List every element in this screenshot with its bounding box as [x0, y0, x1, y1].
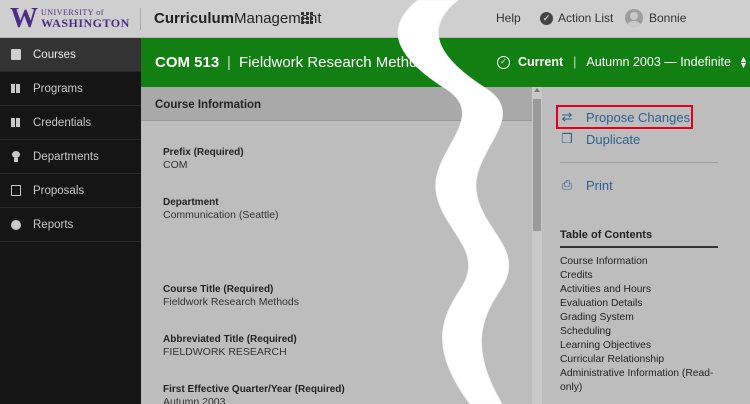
- term-selector[interactable]: ✓ Current | Autumn 2003 — Indefinite ▲ ▼: [497, 54, 748, 70]
- courses-icon: [11, 49, 21, 60]
- uw-logo[interactable]: W UNIVERSITY of WASHINGTON: [0, 0, 140, 38]
- copy-icon: ❐: [561, 131, 573, 146]
- sidebar-item-label: Credentials: [33, 116, 92, 129]
- sidebar: Courses Programs Credentials Departments…: [0, 38, 141, 404]
- toc-item-scheduling[interactable]: Scheduling: [560, 325, 725, 339]
- toc-item-learning-objectives[interactable]: Learning Objectives: [560, 339, 725, 353]
- print-label: Print: [586, 177, 613, 193]
- sidebar-item-label: Departments: [33, 150, 99, 163]
- sidebar-item-credentials[interactable]: Credentials: [0, 106, 141, 140]
- check-circle-icon: ✓: [540, 11, 553, 25]
- field-label-department: Department: [163, 197, 219, 208]
- field-value-prefix: COM: [163, 159, 188, 171]
- proposals-icon: [11, 185, 21, 196]
- sidebar-item-reports[interactable]: Reports: [0, 208, 141, 242]
- actions-panel: ⇄ Propose Changes ❐ Duplicate ⎙ Print Ta…: [542, 87, 750, 404]
- toc-item-grading-system[interactable]: Grading System: [560, 311, 725, 325]
- propose-changes-label: Propose Changes: [586, 109, 691, 125]
- reports-icon: [11, 219, 21, 230]
- course-name: Fieldwork Research Methods: [239, 54, 434, 71]
- course-detail-panel: Course Information Prefix (Required) COM…: [141, 87, 532, 404]
- sidebar-item-departments[interactable]: Departments: [0, 140, 141, 174]
- departments-icon: [11, 151, 21, 162]
- toc-item-administrative-information[interactable]: Administrative Information (Read-only): [560, 367, 725, 395]
- table-of-contents: Course Information Credits Activities an…: [560, 255, 725, 395]
- sidebar-item-label: Programs: [33, 82, 83, 95]
- course-code: COM 513: [155, 54, 220, 71]
- check-circle-icon: ✓: [497, 55, 510, 69]
- printer-icon: ⎙: [561, 177, 573, 192]
- duplicate-label: Duplicate: [586, 131, 641, 147]
- app-grid-icon[interactable]: [301, 12, 313, 24]
- swap-arrows-icon: ⇄: [561, 109, 573, 124]
- scroll-up-arrow-icon[interactable]: [534, 88, 540, 92]
- field-label-course-title: Course Title (Required): [163, 284, 274, 295]
- section-header[interactable]: Course Information: [141, 87, 532, 121]
- course-header: COM 513 | Fieldwork Research Methods ✓ C…: [141, 38, 750, 87]
- scroll-thumb[interactable]: [533, 99, 541, 231]
- logo-washington-text: WASHINGTON: [41, 16, 130, 30]
- toc-divider: [560, 246, 718, 248]
- field-label-abbreviated-title: Abbreviated Title (Required): [163, 334, 297, 345]
- sidebar-item-programs[interactable]: Programs: [0, 72, 141, 106]
- toc-item-credits[interactable]: Credits: [560, 269, 725, 283]
- field-label-prefix: Prefix (Required): [163, 147, 244, 158]
- toc-item-course-information[interactable]: Course Information: [560, 255, 725, 269]
- scrollbar[interactable]: [532, 87, 542, 404]
- logo-w-mark: W: [10, 3, 38, 34]
- credentials-icon: [11, 117, 21, 128]
- field-label-first-effective: First Effective Quarter/Year (Required): [163, 384, 345, 395]
- field-value-first-effective: Autumn 2003: [163, 396, 226, 404]
- status-badge: Current: [518, 55, 564, 69]
- toc-item-curricular-relationship[interactable]: Curricular Relationship: [560, 353, 725, 367]
- course-separator: |: [227, 54, 231, 71]
- toc-title: Table of Contents: [560, 229, 653, 241]
- action-list-label: Action List: [558, 11, 614, 25]
- user-name: Bonnie: [649, 11, 687, 25]
- panel-divider: [560, 162, 718, 163]
- status-separator: |: [573, 55, 577, 69]
- field-value-abbreviated-title: FIELDWORK RESEARCH: [163, 346, 287, 358]
- print-button[interactable]: ⎙ Print: [560, 177, 613, 193]
- app-title-bold: Curriculum: [154, 10, 235, 27]
- action-list-link[interactable]: ✓ Action List: [540, 11, 613, 25]
- field-value-department: Communication (Seattle): [163, 209, 279, 221]
- help-link[interactable]: Help: [496, 11, 521, 25]
- field-value-course-title: Fieldwork Research Methods: [163, 296, 299, 308]
- user-menu[interactable]: Bonnie: [625, 9, 686, 27]
- logo-wordmark: UNIVERSITY of WASHINGTON: [41, 9, 130, 30]
- programs-icon: [11, 83, 21, 94]
- propose-changes-button[interactable]: ⇄ Propose Changes: [560, 109, 691, 125]
- sidebar-item-label: Courses: [33, 48, 76, 61]
- sidebar-item-courses[interactable]: Courses: [0, 38, 141, 72]
- avatar: [625, 9, 643, 27]
- header-divider: [140, 8, 141, 30]
- sidebar-item-label: Proposals: [33, 184, 85, 197]
- duplicate-button[interactable]: ❐ Duplicate: [560, 131, 640, 147]
- sidebar-item-label: Reports: [33, 218, 74, 231]
- term-label: Autumn 2003 — Indefinite: [586, 55, 731, 69]
- sort-arrows-icon: ▲ ▼: [738, 54, 748, 70]
- app-title[interactable]: CurriculumManagement: [154, 10, 322, 27]
- sidebar-item-proposals[interactable]: Proposals: [0, 174, 141, 208]
- section-title: Course Information: [155, 99, 262, 111]
- toc-item-activities-and-hours[interactable]: Activities and Hours: [560, 283, 725, 297]
- toc-item-evaluation-details[interactable]: Evaluation Details: [560, 297, 725, 311]
- top-bar: W UNIVERSITY of WASHINGTON CurriculumMan…: [0, 0, 750, 38]
